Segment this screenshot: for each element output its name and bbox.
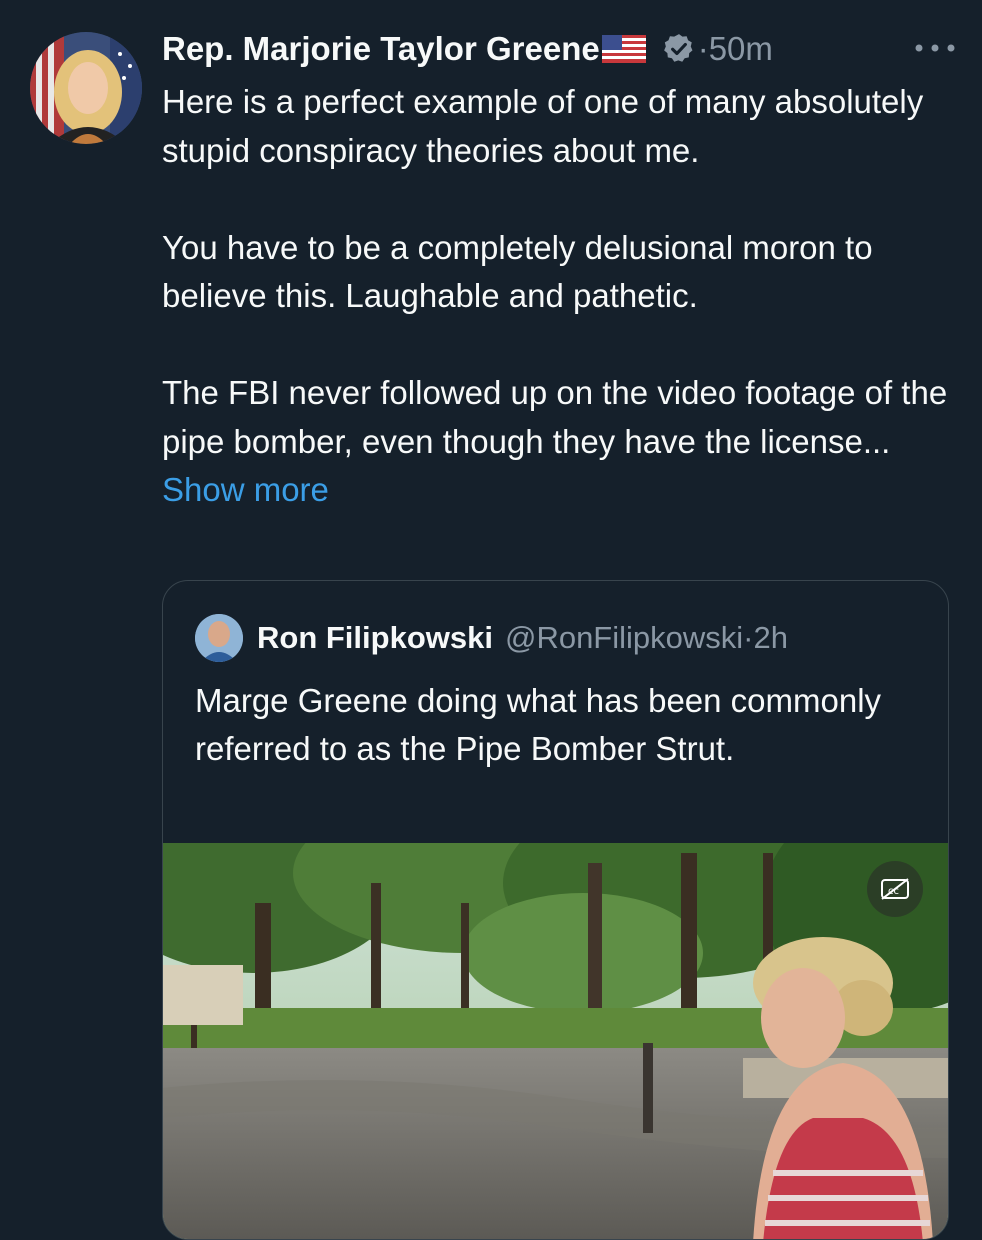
tweet-header: Rep. Marjorie Taylor Greene · 50m bbox=[162, 24, 773, 74]
tweet-paragraph: The FBI never followed up on the video f… bbox=[162, 369, 962, 515]
tweet-paragraph: Here is a perfect example of one of many… bbox=[162, 83, 924, 169]
author-name[interactable]: Rep. Marjorie Taylor Greene bbox=[162, 30, 600, 68]
verified-badge-icon[interactable] bbox=[662, 32, 696, 66]
tweet-text: Here is a perfect example of one of many… bbox=[162, 78, 962, 515]
captions-off-icon[interactable]: cc bbox=[867, 861, 923, 917]
video-player[interactable]: cc bbox=[163, 843, 948, 1239]
author-avatar[interactable] bbox=[30, 32, 142, 144]
tweet-timestamp[interactable]: 50m bbox=[709, 30, 773, 68]
quoted-tweet-header: Ron Filipkowski @RonFilipkowski · 2h bbox=[195, 613, 788, 663]
quoted-tweet-text: Marge Greene doing what has been commonl… bbox=[195, 682, 882, 767]
tweet-paragraph: You have to be a completely delusional m… bbox=[162, 228, 873, 315]
video-frame bbox=[163, 843, 948, 1239]
time-separator: · bbox=[743, 620, 754, 655]
quoted-tweet-timestamp[interactable]: 2h bbox=[754, 620, 788, 656]
quoted-author-name[interactable]: Ron Filipkowski bbox=[257, 620, 493, 656]
show-more-link[interactable]: Show more bbox=[162, 471, 329, 508]
quoted-tweet[interactable]: Ron Filipkowski @RonFilipkowski · 2h Mar… bbox=[162, 580, 949, 1240]
quoted-author-avatar[interactable] bbox=[195, 614, 243, 662]
time-separator: · bbox=[697, 30, 709, 67]
us-flag-icon bbox=[601, 35, 646, 63]
quoted-author-handle[interactable]: @RonFilipkowski bbox=[505, 620, 743, 656]
more-dots-icon[interactable] bbox=[910, 30, 960, 66]
tweet-paragraph-text: The FBI never followed up on the video f… bbox=[162, 374, 948, 460]
